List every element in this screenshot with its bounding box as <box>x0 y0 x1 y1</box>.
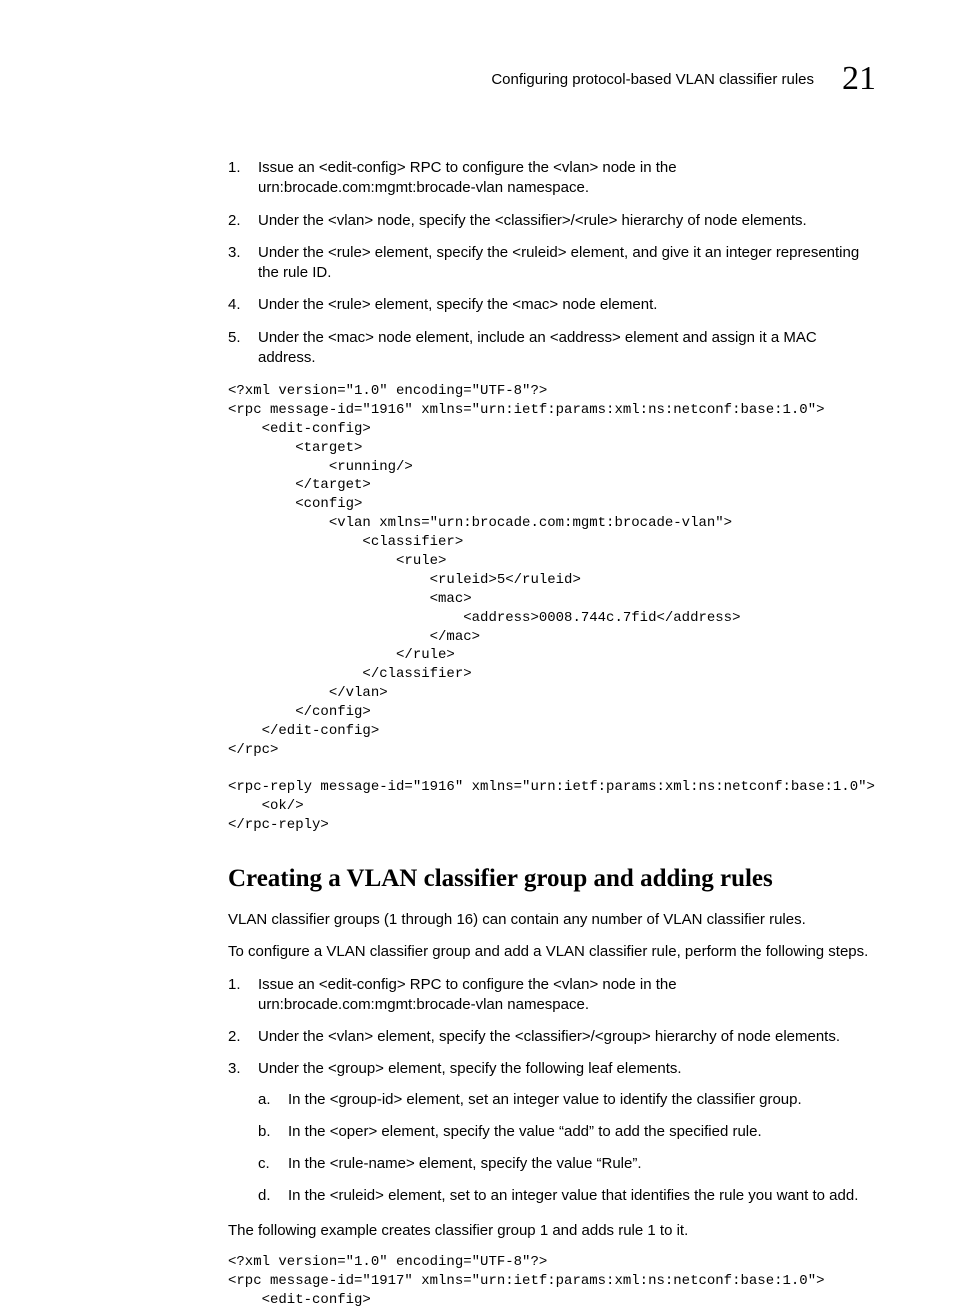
list-item: Issue an <edit-config> RPC to configure … <box>228 158 876 199</box>
list-item: In the <rule-name> element, specify the … <box>258 1154 876 1174</box>
paragraph: VLAN classifier groups (1 through 16) ca… <box>228 910 876 930</box>
list-item: Under the <vlan> node, specify the <clas… <box>228 211 876 231</box>
list-item: Under the <mac> node element, include an… <box>228 328 876 369</box>
list-item: In the <group-id> element, set an intege… <box>258 1090 876 1110</box>
list-item: Under the <group> element, specify the f… <box>228 1059 876 1206</box>
page: Configuring protocol-based VLAN classifi… <box>0 0 954 1235</box>
paragraph: The following example creates classifier… <box>228 1221 876 1241</box>
list-item: Under the <vlan> element, specify the <c… <box>228 1027 876 1047</box>
running-header: Configuring protocol-based VLAN classifi… <box>78 60 876 98</box>
list-item-text: Under the <group> element, specify the f… <box>258 1060 682 1077</box>
list-item: In the <oper> element, specify the value… <box>258 1122 876 1142</box>
list-item: Under the <rule> element, specify the <r… <box>228 243 876 284</box>
running-title: Configuring protocol-based VLAN classifi… <box>491 71 814 88</box>
procedure-list-1: Issue an <edit-config> RPC to configure … <box>228 158 876 368</box>
paragraph: To configure a VLAN classifier group and… <box>228 942 876 962</box>
section-heading: Creating a VLAN classifier group and add… <box>228 862 876 896</box>
procedure-list-2: Issue an <edit-config> RPC to configure … <box>228 975 876 1207</box>
list-item: In the <ruleid> element, set to an integ… <box>258 1186 876 1206</box>
code-block-reply-1: <rpc-reply message-id="1916" xmlns="urn:… <box>228 778 876 835</box>
chapter-number: 21 <box>842 60 876 98</box>
list-item: Under the <rule> element, specify the <m… <box>228 295 876 315</box>
sub-list: In the <group-id> element, set an intege… <box>258 1090 876 1207</box>
code-block-request-2: <?xml version="1.0" encoding="UTF-8"?> <… <box>228 1253 876 1310</box>
list-item: Issue an <edit-config> RPC to configure … <box>228 975 876 1016</box>
content-body: Issue an <edit-config> RPC to configure … <box>78 158 876 1310</box>
code-block-request-1: <?xml version="1.0" encoding="UTF-8"?> <… <box>228 382 876 760</box>
